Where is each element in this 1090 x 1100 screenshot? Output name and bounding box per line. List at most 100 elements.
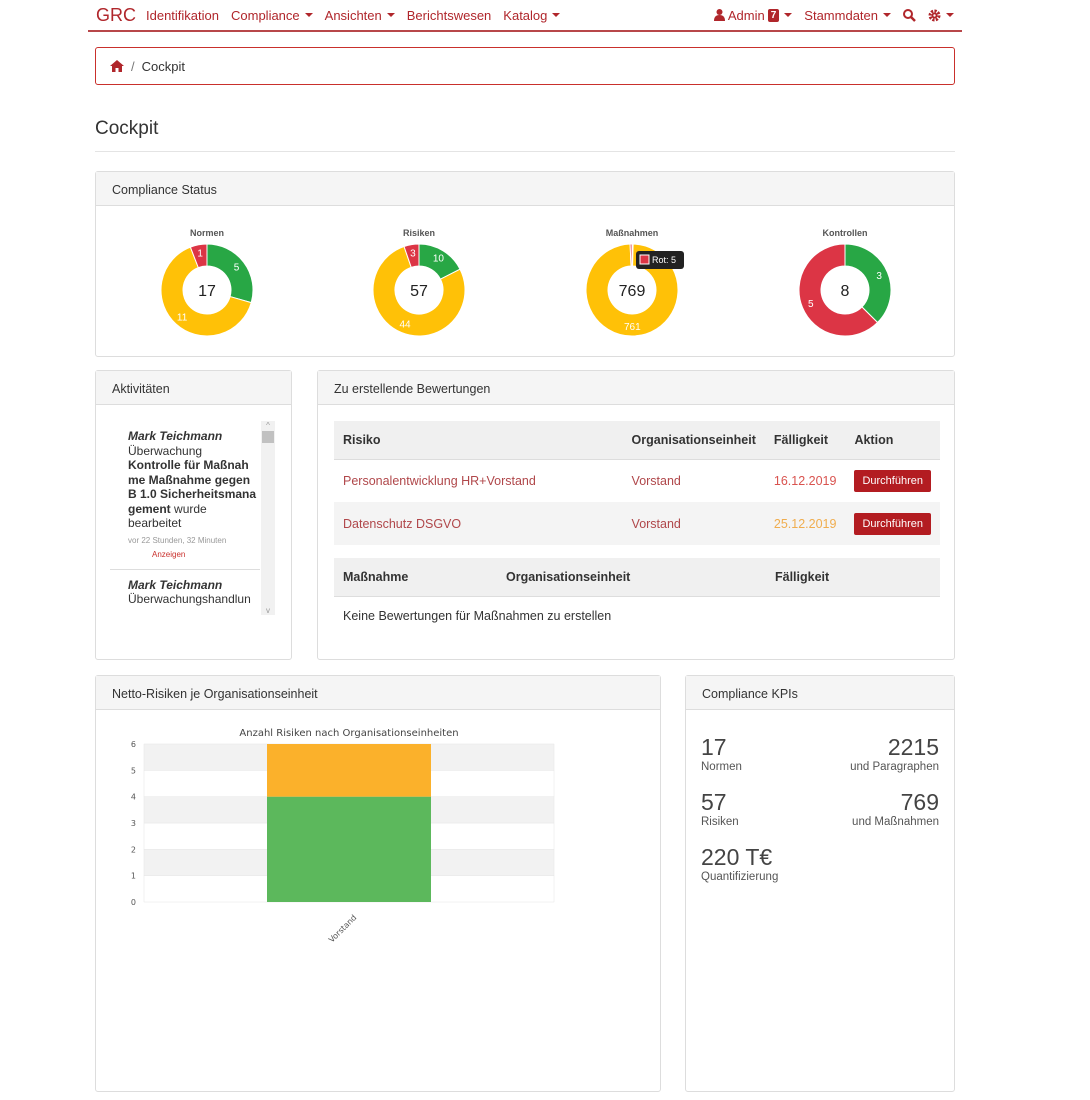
y-tick-label: 6 xyxy=(131,740,136,749)
home-icon[interactable] xyxy=(110,60,124,72)
donut-segment-green[interactable] xyxy=(844,243,892,324)
execute-button[interactable]: Durchführen xyxy=(854,469,931,492)
navbar: GRC Identifikation Compliance Ansichten … xyxy=(88,0,962,32)
divider xyxy=(95,151,955,152)
donut-title: Kontrollen xyxy=(822,228,868,238)
caret-down-icon xyxy=(304,13,313,17)
panel-title: Compliance KPIs xyxy=(686,676,954,710)
caret-down-icon xyxy=(552,13,561,17)
column-header: Fälligkeit xyxy=(764,421,846,460)
unit-link[interactable]: Vorstand xyxy=(622,502,765,545)
y-tick-label: 4 xyxy=(131,793,136,802)
empty-message: Keine Bewertungen für Maßnahmen zu erste… xyxy=(343,609,612,624)
nav-label: Katalog xyxy=(503,7,548,23)
donut-2: Maßnahmen 761 769 Rot: 5 xyxy=(572,228,692,343)
scrollbar[interactable]: ^ v xyxy=(261,421,275,615)
kpi-value: 220 T€ xyxy=(701,844,773,870)
kpi-label: und Paragraphen xyxy=(850,761,939,773)
column-header: Risiko xyxy=(334,421,623,460)
list-item: Mark Teichmann Überwachung Kontrolle für… xyxy=(110,421,258,563)
list-item: Mark Teichmann Überwachungshandlun xyxy=(110,568,260,607)
donut-total: 57 xyxy=(410,283,428,300)
kpi-label: Normen xyxy=(701,761,742,773)
column-header: Fälligkeit xyxy=(766,558,940,597)
activity-list: Mark Teichmann Überwachung Kontrolle für… xyxy=(110,421,275,615)
settings-menu[interactable] xyxy=(928,9,954,22)
breadcrumb-current: Cockpit xyxy=(141,58,185,74)
gear-icon xyxy=(928,9,941,21)
x-tick-label: Vorstand xyxy=(327,913,358,944)
segment-label: 3 xyxy=(410,249,416,260)
risk-assessment-table: Risiko Organisationseinheit Fälligkeit A… xyxy=(334,421,940,545)
donut-chart: 3 5 8 xyxy=(798,243,892,337)
scroll-up-icon[interactable]: ^ xyxy=(261,421,275,430)
bar-segment-0[interactable] xyxy=(267,796,431,902)
nav-admin[interactable]: Admin 7 xyxy=(713,7,793,23)
execute-button[interactable]: Durchführen xyxy=(854,512,931,535)
segment-label: 5 xyxy=(808,299,814,310)
column-header: Organisationseinheit xyxy=(622,421,765,460)
panel-title: Netto-Risiken je Organisationseinheit xyxy=(96,676,660,710)
caret-down-icon xyxy=(946,13,954,17)
chart-title: Anzahl Risiken nach Organisationseinheit… xyxy=(239,728,458,739)
caret-down-icon xyxy=(784,13,793,17)
donut-1: Risiken 10 44 3 57 xyxy=(359,228,479,343)
column-header: Organisationseinheit xyxy=(497,558,766,597)
risk-link[interactable]: Personalentwicklung HR+Vorstand xyxy=(334,459,623,502)
nav-ansichten[interactable]: Ansichten xyxy=(325,8,395,23)
user-icon xyxy=(713,9,725,21)
kpi-panel: Compliance KPIs 17 Normen 2215 und Paragra… xyxy=(685,675,955,1092)
kpi-row: 220 T€ Quantifizierung xyxy=(701,844,939,883)
panel-title: Compliance Status xyxy=(96,172,954,206)
segment-label: 5 xyxy=(234,263,240,274)
column-header: Aktion xyxy=(845,421,940,460)
activity-type: Überwachung xyxy=(128,443,203,458)
panel-title: Aktivitäten xyxy=(96,371,291,405)
donut-title: Risiken xyxy=(402,228,435,238)
donut-segment-red[interactable] xyxy=(629,243,633,267)
segment-label: 44 xyxy=(400,319,412,330)
notification-badge: 7 xyxy=(767,8,780,22)
nav-stammdaten[interactable]: Stammdaten xyxy=(804,8,891,23)
activity-show-link[interactable]: Anzeigen xyxy=(128,548,258,563)
activity-user: Mark Teichmann xyxy=(128,577,223,592)
donut-total: 769 xyxy=(619,283,646,300)
segment-label: 3 xyxy=(876,271,882,282)
nav-label: Stammdaten xyxy=(804,7,878,23)
table-row: Personalentwicklung HR+Vorstand Vorstand… xyxy=(334,459,940,502)
scrollbar-thumb[interactable] xyxy=(262,431,274,443)
segment-label: 10 xyxy=(433,253,445,264)
donut-chart: 10 44 3 57 xyxy=(372,243,466,337)
bar-segment-1[interactable] xyxy=(267,744,431,797)
unit-link[interactable]: Vorstand xyxy=(623,459,765,502)
scroll-down-icon[interactable]: v xyxy=(261,606,275,615)
kpi-label: Risiken xyxy=(701,816,739,828)
donut-title: Maßnahmen xyxy=(605,228,659,238)
breadcrumb-separator: / xyxy=(131,58,135,74)
donut-0: Normen 5 11 1 17 xyxy=(147,228,267,343)
nav-berichtswesen[interactable]: Berichtswesen xyxy=(407,8,492,23)
kpi-label: und Maßnahmen xyxy=(852,816,939,828)
risk-link[interactable]: Datenschutz DSGVO xyxy=(334,502,623,545)
donut-3: Kontrollen 3 5 8 xyxy=(785,228,905,343)
nav-identifikation[interactable]: Identifikation xyxy=(146,8,219,23)
page-title: Cockpit xyxy=(95,118,159,139)
brand-logo[interactable]: GRC xyxy=(96,5,136,26)
segment-label: 11 xyxy=(177,312,188,323)
y-tick-label: 1 xyxy=(131,872,136,881)
nav-label: Berichtswesen xyxy=(406,7,492,23)
assessments-panel: Zu erstellende Bewertungen Risiko Organi… xyxy=(317,370,955,660)
y-tick-label: 5 xyxy=(131,766,136,775)
svg-text:Rot: 5: Rot: 5 xyxy=(652,255,676,265)
nav-compliance[interactable]: Compliance xyxy=(231,8,313,23)
kpi-label: Quantifizierung xyxy=(701,871,779,883)
nav-label: Admin xyxy=(727,7,765,23)
kpi-row: 17 Normen 2215 und Paragraphen xyxy=(701,734,939,789)
kpi-value: 57 xyxy=(701,789,727,815)
caret-down-icon xyxy=(386,13,395,17)
search-icon[interactable] xyxy=(903,8,916,22)
nav-katalog[interactable]: Katalog xyxy=(503,7,561,23)
compliance-status-panel: Compliance Status Normen 5 11 1 17 Risiken 10 4… xyxy=(95,171,955,357)
kpi-value: 769 xyxy=(900,789,939,815)
table-header: Maßnahme Organisationseinheit Fälligkeit xyxy=(334,558,940,597)
